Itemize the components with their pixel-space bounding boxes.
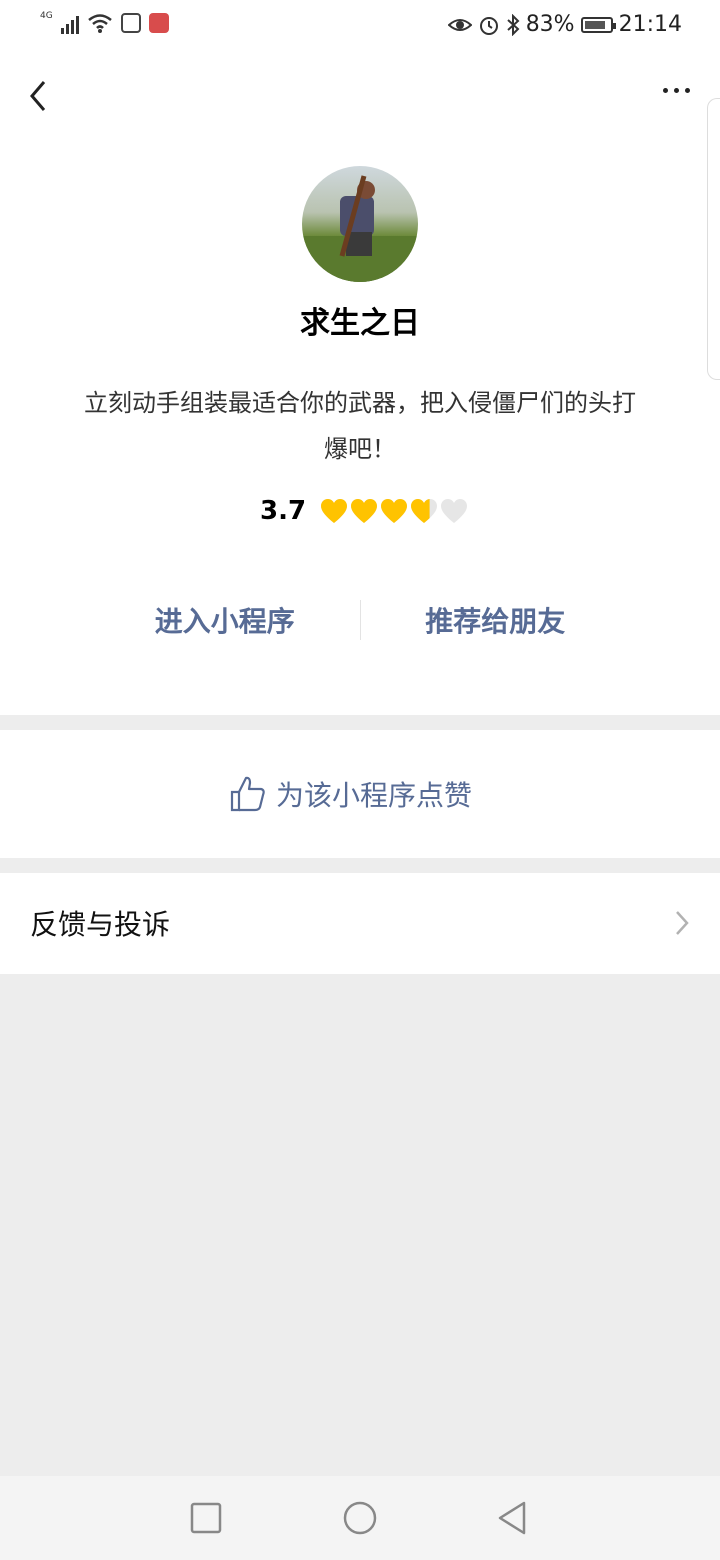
enter-mini-program-button[interactable]: 进入小程序 — [90, 600, 360, 640]
alarm-icon — [479, 16, 498, 35]
back-triangle-icon[interactable] — [494, 1498, 530, 1538]
recent-apps-icon[interactable] — [188, 1498, 224, 1538]
like-label: 为该小程序点赞 — [276, 779, 473, 812]
home-icon[interactable] — [340, 1498, 380, 1538]
heart-icon — [441, 499, 468, 523]
heart-icon — [321, 499, 348, 523]
wifi-icon — [87, 14, 112, 33]
heart-icon — [351, 499, 378, 523]
rating-value: 3.7 — [260, 496, 307, 526]
status-bar: 4G 83% 21:14 — [0, 0, 720, 50]
clock: 21:14 — [618, 12, 682, 37]
rating: 3.7 — [260, 496, 468, 526]
chevron-left-icon[interactable] — [20, 76, 60, 116]
battery-fill — [584, 20, 605, 29]
signal-icon — [60, 12, 79, 34]
more-dots-icon[interactable] — [663, 88, 690, 93]
app-name: 求生之日 — [300, 306, 420, 341]
face-app-icon — [120, 13, 141, 33]
feedback-label: 反馈与投诉 — [30, 908, 171, 941]
battery-percent: 83% — [525, 12, 575, 37]
like-button[interactable]: 为该小程序点赞 — [228, 774, 472, 814]
heart-icon — [411, 499, 438, 523]
system-nav-bar — [0, 1476, 720, 1560]
eye-icon — [447, 18, 472, 31]
avatar — [302, 166, 418, 282]
action-row: 进入小程序 推荐给朋友 — [90, 598, 630, 642]
rating-hearts — [320, 498, 468, 524]
chevron-right-icon — [676, 911, 689, 935]
bluetooth-icon — [507, 13, 520, 36]
battery-icon — [580, 16, 616, 33]
heart-icon — [381, 499, 408, 523]
thumbs-up-icon — [230, 776, 265, 812]
app-description: 立刻动手组装最适合你的武器，把入侵僵尸们的头打爆吧！ — [84, 389, 636, 463]
status-right: 83% 21:14 — [447, 12, 682, 37]
recommend-to-friend-button[interactable]: 推荐给朋友 — [361, 600, 631, 640]
app-profile-card: 求生之日 立刻动手组装最适合你的武器，把入侵僵尸们的头打爆吧！ 3.7 进入小程… — [0, 50, 720, 715]
red-app-icon — [148, 13, 169, 33]
feedback-row[interactable]: 反馈与投诉 — [0, 873, 720, 974]
network-label: 4G — [40, 11, 53, 21]
like-panel: 为该小程序点赞 — [0, 730, 720, 858]
status-left: 4G — [40, 11, 169, 34]
